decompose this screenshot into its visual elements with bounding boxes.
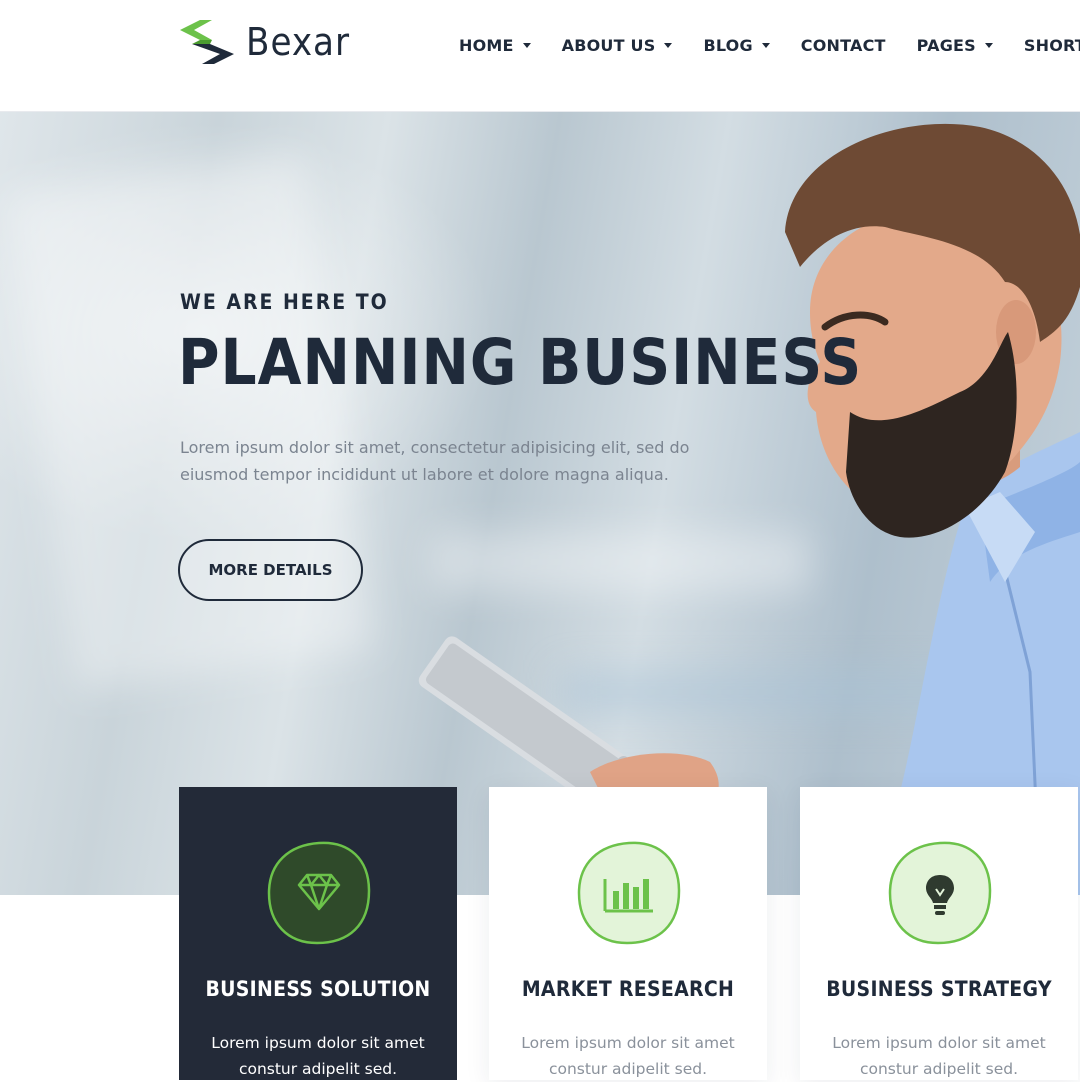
site-header: Bexar HOME ABOUT US BLOG CONTACT PAGES S… [0,0,1080,112]
nav-item-contact[interactable]: CONTACT [801,36,886,55]
bar-chart-icon [577,841,681,945]
nav-label: CONTACT [800,36,886,55]
card-text: Lorem ipsum dolor sit amet constur adipe… [521,1034,735,1078]
nav-label: HOME [459,36,514,55]
main-nav: HOME ABOUT US BLOG CONTACT PAGES SHORTCO [459,36,1080,55]
service-card-market-research[interactable]: MARKET RESEARCH Lorem ipsum dolor sit am… [489,787,767,1080]
logo-text: Bexar [246,20,351,64]
chevron-down-icon [522,43,531,48]
chevron-down-icon [664,43,673,48]
hero-eyebrow: WE ARE HERE TO [180,290,389,314]
logo-icon [180,20,234,64]
lightbulb-icon [888,841,992,945]
card-title: BUSINESS STRATEGY [826,977,1052,1001]
nav-label: BLOG [703,36,753,55]
logo[interactable]: Bexar [178,18,350,66]
nav-item-about[interactable]: ABOUT US [562,36,673,55]
service-card-business-solution[interactable]: BUSINESS SOLUTION Lorem ipsum dolor sit … [179,787,457,1080]
card-text: Lorem ipsum dolor sit amet constur adipe… [832,1034,1046,1078]
hero-headline: PLANNING BUSINESS [178,326,863,399]
businessman-image [418,123,1080,895]
nav-label: SHORTCO [1023,36,1080,55]
chevron-down-icon [761,43,770,48]
nav-label: PAGES [916,36,976,55]
hero-section: WE ARE HERE TO PLANNING BUSINESS Lorem i… [0,112,1080,895]
service-card-business-strategy[interactable]: BUSINESS STRATEGY Lorem ipsum dolor sit … [800,787,1078,1080]
nav-item-blog[interactable]: BLOG [703,36,770,55]
card-title: BUSINESS SOLUTION [205,977,431,1001]
more-details-button[interactable]: MORE DETAILS [178,539,363,601]
card-text: Lorem ipsum dolor sit amet constur adipe… [211,1034,425,1078]
nav-item-home[interactable]: HOME [459,36,531,55]
nav-item-shortcodes[interactable]: SHORTCO [1024,36,1080,55]
diamond-icon [267,841,371,945]
card-title: MARKET RESEARCH [521,977,735,1001]
nav-item-pages[interactable]: PAGES [917,36,993,55]
nav-label: ABOUT US [561,36,656,55]
hero-description: Lorem ipsum dolor sit amet, consectetur … [180,438,690,484]
chevron-down-icon [984,43,993,48]
